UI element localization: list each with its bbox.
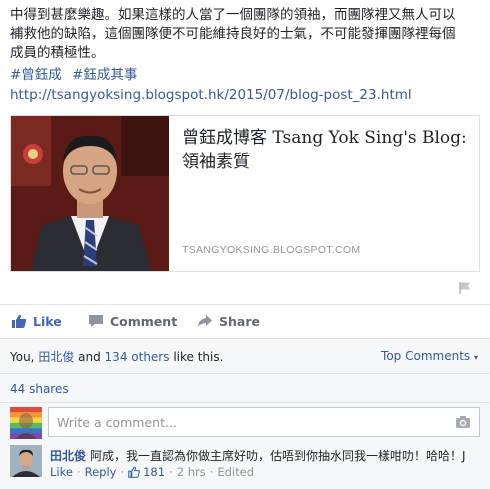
likes-text: like this. — [169, 350, 224, 364]
hashtag-link[interactable]: #曾鈺成 — [10, 67, 62, 83]
comment-edited-label[interactable]: Edited — [217, 465, 254, 479]
top-comments-label: Top Comments — [381, 349, 471, 363]
comment-body: 田北俊 阿成，我一直認為你做主席好叻，估唔到你抽水同我一樣咁叻！哈哈！J — [50, 447, 466, 464]
shares-link[interactable]: 44 shares — [10, 382, 69, 396]
comment-input-placeholder: Write a comment... — [57, 415, 177, 430]
comment-like-link[interactable]: Like — [50, 465, 73, 479]
comment-meta: Like · Reply · 181 · 2 hrs · Edited — [50, 465, 254, 479]
hashtags: #曾鈺成 #鈺成其事 — [10, 66, 143, 85]
comment-reply-link[interactable]: Reply — [85, 465, 117, 479]
separator-dot: · — [169, 465, 173, 479]
flag-icon[interactable] — [458, 281, 472, 295]
avatar[interactable] — [10, 445, 42, 477]
separator-dot: · — [76, 465, 81, 479]
thumbs-up-icon — [12, 314, 27, 328]
share-label: Share — [219, 313, 260, 329]
comment-text: 阿成，我一直認為你做主席好叻，估唔到你抽水同我一樣咁叻！哈哈！J — [90, 449, 466, 463]
likes-text: You, — [10, 350, 39, 364]
likes-others-link[interactable]: 134 others — [105, 350, 170, 364]
hashtag-link[interactable]: #鈺成其事 — [72, 67, 137, 83]
likes-summary: You, 田北俊 and 134 others like this. — [10, 348, 223, 365]
portrait-photo[interactable] — [11, 116, 169, 271]
comment-button[interactable]: Comment — [88, 313, 177, 329]
share-arrow-icon — [198, 315, 212, 327]
link-card-title[interactable]: 曾鈺成博客 Tsang Yok Sing's Blog: 領袖素質 — [182, 126, 472, 174]
post-text-line: 成員的積極性。 — [10, 45, 105, 61]
caret-down-icon: ▾ — [473, 353, 478, 362]
divider — [0, 402, 490, 403]
comment-label: Comment — [110, 313, 178, 329]
comment-author-link[interactable]: 田北俊 — [50, 449, 86, 463]
thumbs-up-icon — [128, 466, 141, 478]
post-text: 中得到甚麼樂趣。如果這樣的人當了一個團隊的領袖，而團隊裡又無人可以 補救他的缺陷… — [10, 6, 482, 63]
camera-icon[interactable] — [455, 415, 471, 429]
link-preview-card[interactable]: 曾鈺成博客 Tsang Yok Sing's Blog: 領袖素質 TSANGY… — [10, 115, 480, 272]
separator-dot: · — [120, 465, 125, 479]
likes-text: and — [74, 350, 105, 364]
separator-dot: · — [209, 465, 214, 479]
post-text-line: 補救他的缺陷，這個團隊便不可能維持良好的士氣，不可能發揮團隊裡每個 — [10, 26, 456, 42]
liker-friend-link[interactable]: 田北俊 — [38, 350, 74, 364]
link-card-domain: TSANGYOKSING.BLOGSPOT.COM — [182, 244, 361, 256]
like-button[interactable]: Like — [11, 313, 62, 329]
post-actions-bar: Like Comment Share — [0, 304, 490, 337]
share-button[interactable]: Share — [197, 313, 260, 329]
feedback-section: You, 田北俊 and 134 others like this. Top C… — [0, 338, 490, 489]
top-comments-dropdown[interactable]: Top Comments ▾ — [381, 349, 478, 363]
avatar[interactable] — [10, 407, 42, 439]
comment-input[interactable]: Write a comment... — [48, 407, 480, 437]
post-url-link[interactable]: http://tsangyoksing.blogspot.hk/2015/07/… — [10, 86, 412, 105]
comment-timestamp[interactable]: 2 hrs — [177, 465, 206, 479]
speech-bubble-icon — [89, 315, 103, 327]
post-text-line: 中得到甚麼樂趣。如果這樣的人當了一個團隊的領袖，而團隊裡又無人可以 — [10, 7, 456, 23]
like-label: Like — [33, 313, 62, 329]
divider — [0, 373, 490, 374]
comment-like-count[interactable]: 181 — [143, 465, 165, 479]
